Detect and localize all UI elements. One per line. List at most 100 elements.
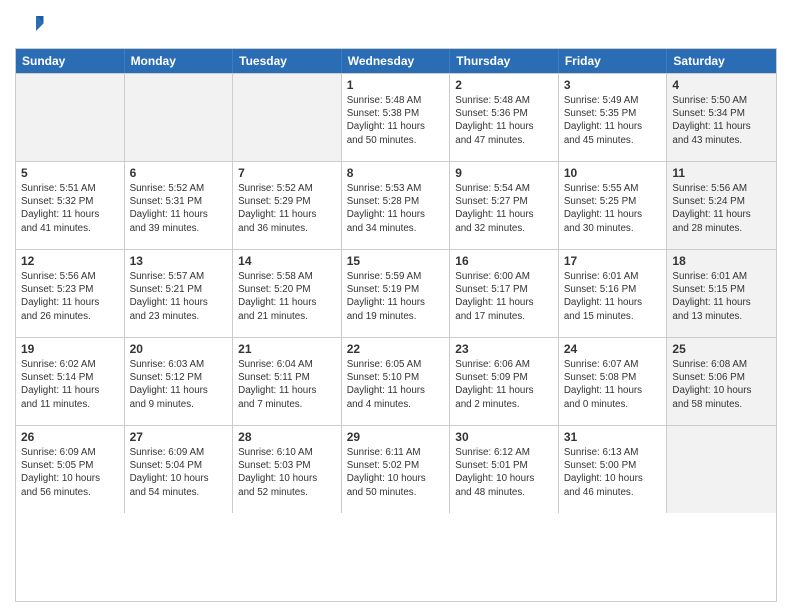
day-number: 10	[564, 166, 662, 180]
header-day-tuesday: Tuesday	[233, 49, 342, 73]
calendar-cell-empty-0-0	[16, 74, 125, 161]
day-number: 9	[455, 166, 553, 180]
calendar-cell-19: 19 Sunrise: 6:02 AM Sunset: 5:14 PM Dayli…	[16, 338, 125, 425]
header	[15, 10, 777, 40]
calendar-row-4: 26 Sunrise: 6:09 AM Sunset: 5:05 PM Dayli…	[16, 425, 776, 513]
cell-info-text: Sunrise: 6:02 AM Sunset: 5:14 PM Dayligh…	[21, 358, 119, 411]
day-number: 26	[21, 430, 119, 444]
cell-info-text: Sunrise: 5:58 AM Sunset: 5:20 PM Dayligh…	[238, 270, 336, 323]
calendar-row-0: 1 Sunrise: 5:48 AM Sunset: 5:38 PM Daylig…	[16, 73, 776, 161]
cell-info-text: Sunrise: 5:53 AM Sunset: 5:28 PM Dayligh…	[347, 182, 445, 235]
day-number: 3	[564, 78, 662, 92]
calendar-cell-10: 10Sunrise: 5:55 AM Sunset: 5:25 PM Dayli…	[559, 162, 668, 249]
cell-info-text: Sunrise: 5:52 AM Sunset: 5:29 PM Dayligh…	[238, 182, 336, 235]
day-number: 20	[130, 342, 228, 356]
calendar-cell-16: 16Sunrise: 6:00 AM Sunset: 5:17 PM Dayli…	[450, 250, 559, 337]
calendar-cell-14: 14 Sunrise: 5:58 AM Sunset: 5:20 PM Dayli…	[233, 250, 342, 337]
calendar-cell-20: 20 Sunrise: 6:03 AM Sunset: 5:12 PM Dayli…	[125, 338, 234, 425]
day-number: 15	[347, 254, 445, 268]
calendar-cell-26: 26 Sunrise: 6:09 AM Sunset: 5:05 PM Dayli…	[16, 426, 125, 513]
day-number: 1	[347, 78, 445, 92]
cell-info-text: Sunrise: 5:52 AM Sunset: 5:31 PM Dayligh…	[130, 182, 228, 235]
calendar-cell-24: 24 Sunrise: 6:07 AM Sunset: 5:08 PM Dayli…	[559, 338, 668, 425]
calendar-cell-17: 17 Sunrise: 6:01 AM Sunset: 5:16 PM Dayli…	[559, 250, 668, 337]
header-day-saturday: Saturday	[667, 49, 776, 73]
day-number: 5	[21, 166, 119, 180]
calendar: SundayMondayTuesdayWednesdayThursdayFrid…	[15, 48, 777, 602]
logo	[15, 10, 49, 40]
page: SundayMondayTuesdayWednesdayThursdayFrid…	[0, 0, 792, 612]
calendar-cell-25: 25 Sunrise: 6:08 AM Sunset: 5:06 PM Dayli…	[667, 338, 776, 425]
calendar-cell-22: 22Sunrise: 6:05 AM Sunset: 5:10 PM Dayli…	[342, 338, 451, 425]
day-number: 14	[238, 254, 336, 268]
cell-info-text: Sunrise: 5:48 AM Sunset: 5:38 PM Dayligh…	[347, 94, 445, 147]
day-number: 19	[21, 342, 119, 356]
day-number: 31	[564, 430, 662, 444]
cell-info-text: Sunrise: 6:13 AM Sunset: 5:00 PM Dayligh…	[564, 446, 662, 499]
calendar-cell-15: 15 Sunrise: 5:59 AM Sunset: 5:19 PM Dayli…	[342, 250, 451, 337]
calendar-cell-8: 8 Sunrise: 5:53 AM Sunset: 5:28 PM Daylig…	[342, 162, 451, 249]
cell-info-text: Sunrise: 5:59 AM Sunset: 5:19 PM Dayligh…	[347, 270, 445, 323]
cell-info-text: Sunrise: 6:04 AM Sunset: 5:11 PM Dayligh…	[238, 358, 336, 411]
cell-info-text: Sunrise: 6:01 AM Sunset: 5:15 PM Dayligh…	[672, 270, 771, 323]
cell-info-text: Sunrise: 6:06 AM Sunset: 5:09 PM Dayligh…	[455, 358, 553, 411]
day-number: 17	[564, 254, 662, 268]
day-number: 8	[347, 166, 445, 180]
calendar-cell-12: 12 Sunrise: 5:56 AM Sunset: 5:23 PM Dayli…	[16, 250, 125, 337]
day-number: 23	[455, 342, 553, 356]
cell-info-text: Sunrise: 5:54 AM Sunset: 5:27 PM Dayligh…	[455, 182, 553, 235]
calendar-row-3: 19 Sunrise: 6:02 AM Sunset: 5:14 PM Dayli…	[16, 337, 776, 425]
calendar-cell-21: 21Sunrise: 6:04 AM Sunset: 5:11 PM Dayli…	[233, 338, 342, 425]
calendar-cell-23: 23 Sunrise: 6:06 AM Sunset: 5:09 PM Dayli…	[450, 338, 559, 425]
calendar-cell-7: 7 Sunrise: 5:52 AM Sunset: 5:29 PM Daylig…	[233, 162, 342, 249]
calendar-cell-30: 30 Sunrise: 6:12 AM Sunset: 5:01 PM Dayli…	[450, 426, 559, 513]
day-number: 28	[238, 430, 336, 444]
header-day-monday: Monday	[125, 49, 234, 73]
cell-info-text: Sunrise: 6:11 AM Sunset: 5:02 PM Dayligh…	[347, 446, 445, 499]
cell-info-text: Sunrise: 5:48 AM Sunset: 5:36 PM Dayligh…	[455, 94, 553, 147]
cell-info-text: Sunrise: 6:07 AM Sunset: 5:08 PM Dayligh…	[564, 358, 662, 411]
cell-info-text: Sunrise: 5:50 AM Sunset: 5:34 PM Dayligh…	[672, 94, 771, 147]
calendar-cell-empty-0-2	[233, 74, 342, 161]
day-number: 4	[672, 78, 771, 92]
cell-info-text: Sunrise: 6:05 AM Sunset: 5:10 PM Dayligh…	[347, 358, 445, 411]
cell-info-text: Sunrise: 6:00 AM Sunset: 5:17 PM Dayligh…	[455, 270, 553, 323]
cell-info-text: Sunrise: 6:08 AM Sunset: 5:06 PM Dayligh…	[672, 358, 771, 411]
calendar-cell-3: 3 Sunrise: 5:49 AM Sunset: 5:35 PM Daylig…	[559, 74, 668, 161]
day-number: 13	[130, 254, 228, 268]
calendar-cell-27: 27 Sunrise: 6:09 AM Sunset: 5:04 PM Dayli…	[125, 426, 234, 513]
cell-info-text: Sunrise: 5:49 AM Sunset: 5:35 PM Dayligh…	[564, 94, 662, 147]
day-number: 18	[672, 254, 771, 268]
header-day-friday: Friday	[559, 49, 668, 73]
cell-info-text: Sunrise: 5:51 AM Sunset: 5:32 PM Dayligh…	[21, 182, 119, 235]
day-number: 12	[21, 254, 119, 268]
cell-info-text: Sunrise: 6:12 AM Sunset: 5:01 PM Dayligh…	[455, 446, 553, 499]
day-number: 30	[455, 430, 553, 444]
day-number: 6	[130, 166, 228, 180]
calendar-cell-6: 6 Sunrise: 5:52 AM Sunset: 5:31 PM Daylig…	[125, 162, 234, 249]
logo-icon	[15, 10, 45, 40]
day-number: 27	[130, 430, 228, 444]
cell-info-text: Sunrise: 6:09 AM Sunset: 5:04 PM Dayligh…	[130, 446, 228, 499]
calendar-body: 1 Sunrise: 5:48 AM Sunset: 5:38 PM Daylig…	[16, 73, 776, 601]
calendar-cell-31: 31 Sunrise: 6:13 AM Sunset: 5:00 PM Dayli…	[559, 426, 668, 513]
calendar-cell-29: 29 Sunrise: 6:11 AM Sunset: 5:02 PM Dayli…	[342, 426, 451, 513]
day-number: 24	[564, 342, 662, 356]
calendar-cell-4: 4 Sunrise: 5:50 AM Sunset: 5:34 PM Daylig…	[667, 74, 776, 161]
cell-info-text: Sunrise: 5:56 AM Sunset: 5:24 PM Dayligh…	[672, 182, 771, 235]
cell-info-text: Sunrise: 6:01 AM Sunset: 5:16 PM Dayligh…	[564, 270, 662, 323]
day-number: 25	[672, 342, 771, 356]
cell-info-text: Sunrise: 6:03 AM Sunset: 5:12 PM Dayligh…	[130, 358, 228, 411]
calendar-cell-empty-0-1	[125, 74, 234, 161]
cell-info-text: Sunrise: 5:56 AM Sunset: 5:23 PM Dayligh…	[21, 270, 119, 323]
day-number: 7	[238, 166, 336, 180]
day-number: 29	[347, 430, 445, 444]
calendar-cell-1: 1 Sunrise: 5:48 AM Sunset: 5:38 PM Daylig…	[342, 74, 451, 161]
calendar-cell-empty-4-6	[667, 426, 776, 513]
cell-info-text: Sunrise: 6:09 AM Sunset: 5:05 PM Dayligh…	[21, 446, 119, 499]
calendar-row-2: 12 Sunrise: 5:56 AM Sunset: 5:23 PM Dayli…	[16, 249, 776, 337]
calendar-cell-9: 9 Sunrise: 5:54 AM Sunset: 5:27 PM Daylig…	[450, 162, 559, 249]
header-day-sunday: Sunday	[16, 49, 125, 73]
calendar-cell-2: 2Sunrise: 5:48 AM Sunset: 5:36 PM Daylig…	[450, 74, 559, 161]
calendar-cell-5: 5 Sunrise: 5:51 AM Sunset: 5:32 PM Daylig…	[16, 162, 125, 249]
